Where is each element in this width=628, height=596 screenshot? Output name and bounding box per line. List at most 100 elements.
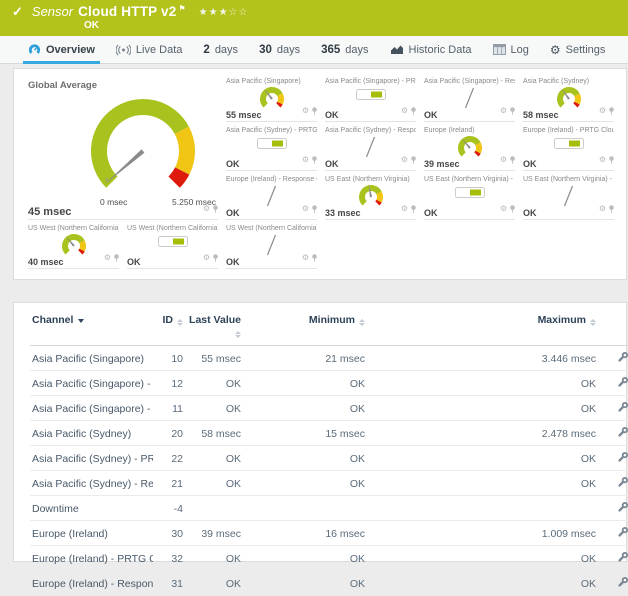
priority-stars[interactable]: ★★★☆☆ xyxy=(199,7,249,18)
tab-settings[interactable]: ⚙Settings xyxy=(550,36,606,63)
tile-gear-icon[interactable]: ⚙ xyxy=(500,205,507,213)
tile-pin-icon[interactable] xyxy=(213,200,218,218)
tab-overview[interactable]: Overview xyxy=(28,36,95,63)
column-header-last-value[interactable]: Last Value xyxy=(189,309,247,346)
channel-tile[interactable]: Europe (Ireland)39 msec⚙ xyxy=(424,124,515,171)
actions-cell[interactable] xyxy=(602,346,628,371)
stars-filled[interactable]: ★★★ xyxy=(199,7,229,18)
channel-settings-icon[interactable] xyxy=(617,551,628,566)
tile-pin-icon[interactable] xyxy=(312,200,317,218)
channel-tile[interactable]: US East (Northern Virginia) - ...OK⚙ xyxy=(424,173,515,220)
status-indicator xyxy=(356,89,386,100)
sensor-status: OK xyxy=(84,20,628,31)
channel-tile[interactable]: Asia Pacific (Sydney) - Respo...OK⚙ xyxy=(325,124,416,171)
actions-cell[interactable] xyxy=(602,446,628,471)
channel-tile[interactable]: Asia Pacific (Sydney)58 msec⚙ xyxy=(523,75,614,122)
channel-tile[interactable]: Asia Pacific (Singapore) - PR...OK⚙ xyxy=(325,75,416,122)
tile-pin-icon[interactable] xyxy=(609,200,614,218)
channel-name-cell[interactable]: Asia Pacific (Sydney) xyxy=(30,421,153,446)
actions-cell[interactable] xyxy=(602,396,628,421)
channel-tile[interactable]: US West (Northern California)...OK⚙ xyxy=(127,222,218,269)
tile-pin-icon[interactable] xyxy=(411,200,416,218)
flag-icon[interactable]: ⚑ xyxy=(178,4,185,13)
tile-pin-icon[interactable] xyxy=(213,249,218,267)
column-header-id[interactable]: ID xyxy=(153,309,189,346)
value-cell: OK xyxy=(189,446,247,471)
tile-pin-icon[interactable] xyxy=(510,151,515,169)
channel-tile[interactable]: US East (Northern Virginia) - ...OK⚙ xyxy=(523,173,614,220)
tile-pin-icon[interactable] xyxy=(114,249,119,267)
channel-tile[interactable]: US West (Northern California)40 msec⚙ xyxy=(28,222,119,269)
channel-settings-icon[interactable] xyxy=(617,426,628,441)
tab-historic-data[interactable]: Historic Data xyxy=(390,36,472,63)
tile-pin-icon[interactable] xyxy=(510,102,515,120)
column-header-minimum[interactable]: Minimum xyxy=(247,309,371,346)
channel-tile-title: Europe (Ireland) - PRTG Cloud... xyxy=(523,124,614,134)
channel-tile[interactable]: Asia Pacific (Singapore)55 msec⚙ xyxy=(226,75,317,122)
tile-gear-icon[interactable]: ⚙ xyxy=(104,254,111,262)
gauge-tile-global-average[interactable]: Global Average x 0 msec 5.250 msec 45 ms… xyxy=(28,75,218,220)
tile-pin-icon[interactable] xyxy=(312,151,317,169)
channel-name-cell[interactable]: Asia Pacific (Singapore) - ... xyxy=(30,396,153,421)
tab-log[interactable]: Log xyxy=(493,36,529,63)
value-cell: OK xyxy=(247,571,371,596)
tile-gear-icon[interactable]: ⚙ xyxy=(203,254,210,262)
tile-gear-icon[interactable]: ⚙ xyxy=(599,156,606,164)
actions-cell[interactable] xyxy=(602,421,628,446)
tile-gear-icon[interactable]: ⚙ xyxy=(302,156,309,164)
tile-pin-icon[interactable] xyxy=(609,102,614,120)
channel-tile[interactable]: US East (Northern Virginia)33 msec⚙ xyxy=(325,173,416,220)
channel-tile[interactable]: Asia Pacific (Sydney) - PRTG ...OK⚙ xyxy=(226,124,317,171)
tab-30-days[interactable]: 30days xyxy=(259,36,300,63)
channel-tile[interactable]: Europe (Ireland) - PRTG Cloud...OK⚙ xyxy=(523,124,614,171)
actions-cell[interactable] xyxy=(602,471,628,496)
tile-gear-icon[interactable]: ⚙ xyxy=(401,107,408,115)
column-header-channel[interactable]: Channel xyxy=(30,309,153,346)
tile-gear-icon[interactable]: ⚙ xyxy=(500,156,507,164)
actions-cell[interactable] xyxy=(602,371,628,396)
actions-cell[interactable] xyxy=(602,546,628,571)
channel-settings-icon[interactable] xyxy=(617,526,628,541)
tile-gear-icon[interactable]: ⚙ xyxy=(302,107,309,115)
channel-name-cell[interactable]: Asia Pacific (Sydney) - Re... xyxy=(30,471,153,496)
channel-name-cell[interactable]: Downtime xyxy=(30,496,153,521)
tile-pin-icon[interactable] xyxy=(411,102,416,120)
tile-pin-icon[interactable] xyxy=(312,102,317,120)
channel-name-cell[interactable]: Asia Pacific (Singapore) - ... xyxy=(30,371,153,396)
column-header-maximum[interactable]: Maximum xyxy=(371,309,602,346)
tile-gear-icon[interactable]: ⚙ xyxy=(302,205,309,213)
stars-empty[interactable]: ☆☆ xyxy=(229,7,249,18)
tile-gear-icon[interactable]: ⚙ xyxy=(203,205,210,213)
channel-settings-icon[interactable] xyxy=(617,451,628,466)
channel-tile[interactable]: US West (Northern California)...OK⚙ xyxy=(226,222,317,269)
channel-settings-icon[interactable] xyxy=(617,376,628,391)
tile-pin-icon[interactable] xyxy=(312,249,317,267)
channel-settings-icon[interactable] xyxy=(617,401,628,416)
tile-pin-icon[interactable] xyxy=(510,200,515,218)
tile-pin-icon[interactable] xyxy=(411,151,416,169)
tab-bar: Overview Live Data 2days 30days 365days Histo… xyxy=(0,36,628,64)
tile-gear-icon[interactable]: ⚙ xyxy=(302,254,309,262)
actions-cell[interactable] xyxy=(602,496,628,521)
channel-name-cell[interactable]: Asia Pacific (Singapore) xyxy=(30,346,153,371)
channel-name-cell[interactable]: Europe (Ireland) - PRTG Cl... xyxy=(30,546,153,571)
channel-settings-icon[interactable] xyxy=(617,476,628,491)
tab-2-days[interactable]: 2days xyxy=(203,36,238,63)
channel-settings-icon[interactable] xyxy=(617,351,628,366)
tile-pin-icon[interactable] xyxy=(609,151,614,169)
channel-name-cell[interactable]: Europe (Ireland) - Respon... xyxy=(30,571,153,596)
channel-settings-icon[interactable] xyxy=(617,576,628,591)
channel-tile[interactable]: Europe (Ireland) - Response C...OK⚙ xyxy=(226,173,317,220)
tile-gear-icon[interactable]: ⚙ xyxy=(599,107,606,115)
channel-name-cell[interactable]: Asia Pacific (Sydney) - PR... xyxy=(30,446,153,471)
tile-gear-icon[interactable]: ⚙ xyxy=(500,107,507,115)
actions-cell[interactable] xyxy=(602,571,628,596)
tile-gear-icon[interactable]: ⚙ xyxy=(401,205,408,213)
tab-live-data[interactable]: Live Data xyxy=(116,36,182,63)
tab-prefix: 365 xyxy=(321,44,340,56)
channel-settings-icon[interactable] xyxy=(617,501,628,516)
tile-gear-icon[interactable]: ⚙ xyxy=(599,205,606,213)
tile-gear-icon[interactable]: ⚙ xyxy=(401,156,408,164)
channel-tile[interactable]: Asia Pacific (Singapore) - Res...OK⚙ xyxy=(424,75,515,122)
tab-365-days[interactable]: 365days xyxy=(321,36,368,63)
